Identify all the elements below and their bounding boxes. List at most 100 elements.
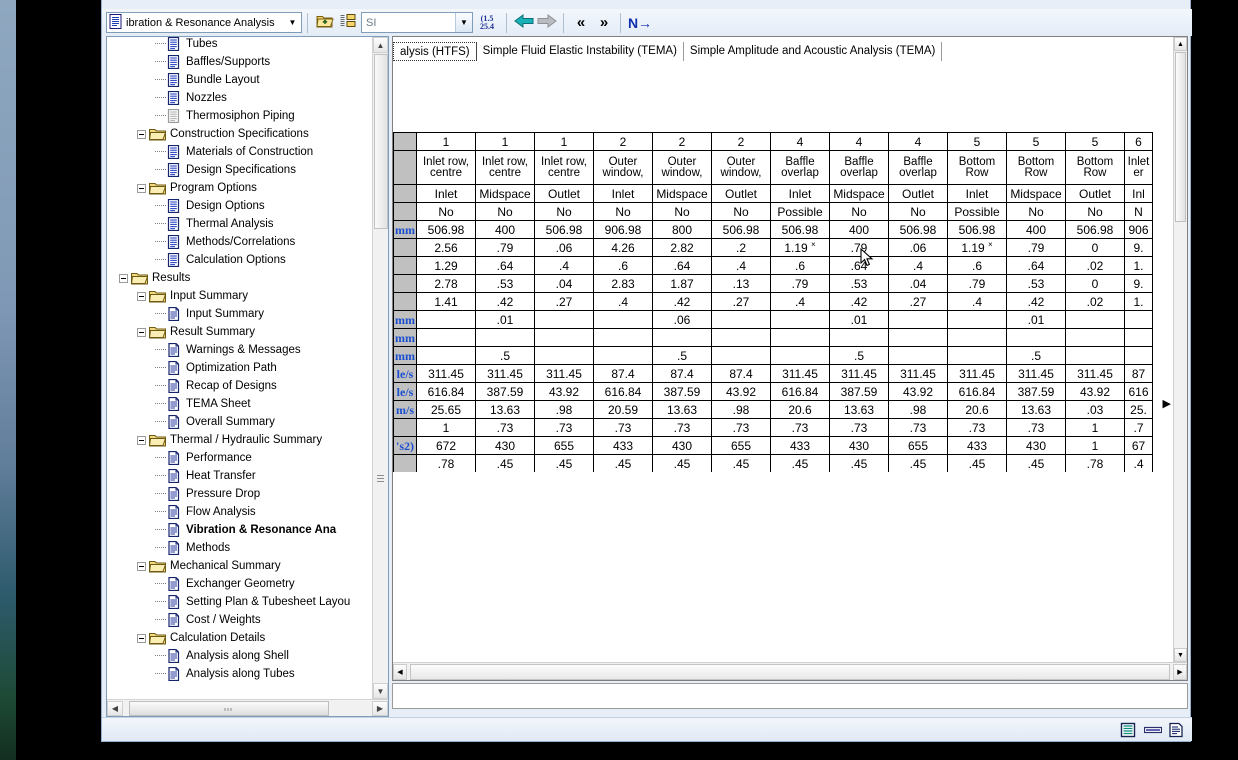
grid-data-cell[interactable] bbox=[1065, 310, 1125, 329]
grid-horizontal-scrollbar[interactable]: ◀ ▶ bbox=[393, 662, 1187, 680]
tree-collapse-icon[interactable] bbox=[137, 633, 146, 643]
grid-data-cell[interactable]: .45 bbox=[593, 454, 653, 472]
grid-data-cell[interactable]: 20.6 bbox=[947, 400, 1007, 419]
tree-item-mechanical-summary[interactable]: Mechanical Summary bbox=[107, 557, 372, 575]
grid-data-cell[interactable]: 87 bbox=[1124, 364, 1153, 383]
tree-horizontal-scrollbar[interactable]: ◀ ▶ bbox=[107, 699, 388, 716]
grid-data-cell[interactable]: .04 bbox=[888, 274, 948, 293]
grid-data-cell[interactable]: .06 bbox=[652, 310, 712, 329]
tree-item-design-options[interactable]: Design Options bbox=[107, 197, 372, 215]
grid-data-cell[interactable]: .4 bbox=[534, 256, 594, 275]
grid-data-cell[interactable]: .79 bbox=[770, 274, 830, 293]
grid-scroll-up-button[interactable]: ▲ bbox=[1174, 37, 1187, 51]
grid-data-cell[interactable]: .03 bbox=[1065, 400, 1125, 419]
tree-item-methods-correlations[interactable]: Methods/Correlations bbox=[107, 233, 372, 251]
grid-data-cell[interactable]: .64 bbox=[829, 256, 889, 275]
grid-hscroll-track[interactable] bbox=[407, 663, 1173, 680]
tree-item-flow-analysis[interactable]: Flow Analysis bbox=[107, 503, 372, 521]
grid-data-cell[interactable]: .45 bbox=[947, 454, 1007, 472]
grid-data-cell[interactable]: 430 bbox=[652, 436, 712, 455]
grid-data-cell[interactable]: .45 bbox=[888, 454, 948, 472]
grid-data-cell[interactable]: 311.45 bbox=[534, 364, 594, 383]
grid-data-cell[interactable]: .27 bbox=[888, 292, 948, 311]
grid-data-cell[interactable]: 430 bbox=[829, 436, 889, 455]
grid-data-cell[interactable]: .27 bbox=[711, 292, 771, 311]
table-row[interactable]: .78.45.45.45.45.45.45.45.45.45.45.78.4 bbox=[393, 454, 1153, 472]
grid-data-cell[interactable]: .06 bbox=[888, 238, 948, 257]
grid-data-cell[interactable]: 400 bbox=[1006, 220, 1066, 239]
tab-3[interactable]: Simple Amplitude and Acoustic Analysis (… bbox=[683, 42, 943, 61]
grid-data-cell[interactable]: 433 bbox=[770, 436, 830, 455]
grid-data-cell[interactable]: 87.4 bbox=[652, 364, 712, 383]
grid-data-cell[interactable] bbox=[1065, 328, 1125, 347]
grid-data-cell[interactable]: 433 bbox=[947, 436, 1007, 455]
grid-data-cell[interactable]: .79 bbox=[475, 238, 535, 257]
tree-item-results[interactable]: Results bbox=[107, 269, 372, 287]
grid-view-icon[interactable] bbox=[1120, 722, 1136, 738]
tree-item-calculation-details[interactable]: Calculation Details bbox=[107, 629, 372, 647]
grid-data-cell[interactable]: .01 bbox=[475, 310, 535, 329]
grid-data-cell[interactable]: 2.78 bbox=[416, 274, 476, 293]
tree-hscrollbar-thumb[interactable] bbox=[129, 700, 329, 716]
grid-data-cell[interactable]: 1. bbox=[1124, 256, 1153, 275]
grid-data-cell[interactable] bbox=[888, 346, 948, 365]
tree-item-exchanger-geometry[interactable]: Exchanger Geometry bbox=[107, 575, 372, 593]
grid-data-cell[interactable]: 1 bbox=[416, 418, 476, 437]
grid-data-cell[interactable]: 25. bbox=[1124, 400, 1153, 419]
grid-data-cell[interactable]: 4.26 bbox=[593, 238, 653, 257]
grid-data-cell[interactable]: 655 bbox=[534, 436, 594, 455]
grid-data-cell[interactable]: 43.92 bbox=[888, 382, 948, 401]
table-row[interactable]: 1.73.73.73.73.73.73.73.73.73.73 1.7 bbox=[393, 418, 1153, 437]
grid-data-cell[interactable]: .45 bbox=[770, 454, 830, 472]
tree-item-vibration-resonance-ana[interactable]: Vibration & Resonance Ana bbox=[107, 521, 372, 539]
tree-item-recap-of-designs[interactable]: Recap of Designs bbox=[107, 377, 372, 395]
tree-collapse-icon[interactable] bbox=[137, 129, 146, 139]
grid-data-cell[interactable]: 1. bbox=[1124, 292, 1153, 311]
table-row[interactable]: mm bbox=[393, 328, 1153, 347]
grid-data-cell[interactable] bbox=[416, 310, 476, 329]
navigation-tree[interactable]: Tubes Baffles/Supports Bundle Layout Nozzle… bbox=[107, 37, 372, 683]
grid-data-cell[interactable]: .02 bbox=[1065, 292, 1125, 311]
grid-hscrollbar-thumb[interactable] bbox=[410, 663, 1170, 680]
next-item-button[interactable]: N→ bbox=[626, 12, 654, 34]
table-row[interactable]: mm .5 .5 .5 .5 bbox=[393, 346, 1153, 365]
tree-hscroll-track[interactable] bbox=[123, 700, 372, 716]
grid-data-cell[interactable]: 20.59 bbox=[593, 400, 653, 419]
grid-data-cell[interactable]: 616.84 bbox=[593, 382, 653, 401]
grid-data-cell[interactable]: 2.56 bbox=[416, 238, 476, 257]
tree-item-thermosiphon-piping[interactable]: Thermosiphon Piping bbox=[107, 107, 372, 125]
grid-data-cell[interactable]: .98 bbox=[888, 400, 948, 419]
grid-data-cell[interactable]: 311.45 bbox=[829, 364, 889, 383]
grid-data-cell[interactable] bbox=[593, 310, 653, 329]
grid-data-cell[interactable]: 800 bbox=[652, 220, 712, 239]
tree-item-calculation-options[interactable]: Calculation Options bbox=[107, 251, 372, 269]
grid-data-cell[interactable]: 506.98 bbox=[416, 220, 476, 239]
grid-data-cell[interactable]: .45 bbox=[1006, 454, 1066, 472]
table-row[interactable]: mm 506.98 400 506.98 906.98 800 506.98 506.98 40… bbox=[393, 220, 1153, 239]
unit-conversion-button[interactable]: (1.5 25.4 bbox=[473, 12, 501, 34]
chevron-down-icon[interactable]: ▼ bbox=[455, 13, 472, 32]
grid-data-cell[interactable]: 655 bbox=[888, 436, 948, 455]
tree-item-baffles-supports[interactable]: Baffles/Supports bbox=[107, 53, 372, 71]
grid-data-cell[interactable]: .13 bbox=[711, 274, 771, 293]
grid-data-cell[interactable]: .42 bbox=[1006, 292, 1066, 311]
grid-data-cell[interactable]: .53 bbox=[829, 274, 889, 293]
tree-item-setting-plan-tubesheet-layou[interactable]: Setting Plan & Tubesheet Layou bbox=[107, 593, 372, 611]
grid-data-cell[interactable]: .04 bbox=[534, 274, 594, 293]
list-view-button[interactable] bbox=[336, 12, 359, 34]
grid-vscrollbar-thumb[interactable] bbox=[1175, 52, 1186, 222]
grid-data-cell[interactable] bbox=[416, 346, 476, 365]
grid-data-cell[interactable]: 25.65 bbox=[416, 400, 476, 419]
grid-data-cell[interactable]: .98 bbox=[711, 400, 771, 419]
grid-data-cell[interactable]: 506.98 bbox=[1065, 220, 1125, 239]
grid-data-cell[interactable]: 43.92 bbox=[534, 382, 594, 401]
tree-item-tema-sheet[interactable]: TEMA Sheet bbox=[107, 395, 372, 413]
grid-data-cell[interactable] bbox=[593, 328, 653, 347]
tree-item-design-specifications[interactable]: Design Specifications bbox=[107, 161, 372, 179]
grid-data-cell[interactable]: 400 bbox=[829, 220, 889, 239]
tree-item-performance[interactable]: Performance bbox=[107, 449, 372, 467]
tree-item-materials-of-construction[interactable]: Materials of Construction bbox=[107, 143, 372, 161]
grid-data-cell[interactable]: .64 bbox=[652, 256, 712, 275]
grid-data-cell[interactable]: .45 bbox=[652, 454, 712, 472]
grid-data-cell[interactable]: 433 bbox=[593, 436, 653, 455]
